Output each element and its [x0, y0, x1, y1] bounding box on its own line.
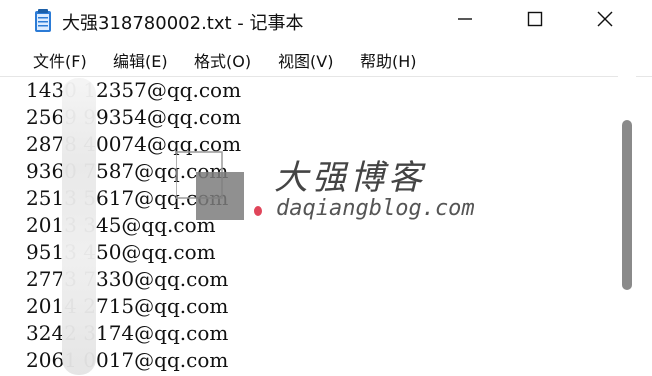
maximize-icon — [527, 11, 543, 31]
window-title: 大强318780002.txt - 记事本 — [62, 13, 304, 34]
watermark-title: 大强博客 — [274, 158, 426, 198]
menu-edit[interactable]: 编辑(E) — [113, 48, 168, 72]
menu-bar: 文件(F) 编辑(E) 格式(O) 视图(V) 帮助(H) — [0, 42, 652, 76]
title-bar[interactable]: 大强318780002.txt - 记事本 — [0, 0, 652, 42]
watermark-dot-icon — [254, 206, 262, 216]
watermark-url: daqiangblog.com — [276, 196, 475, 221]
text-line: 3242 3174@qq.com — [26, 321, 229, 345]
minimize-button[interactable] — [430, 0, 500, 42]
text-line: 9513 450@qq.com — [26, 240, 216, 264]
text-line: 2061 0017@qq.com — [26, 348, 229, 372]
menu-help[interactable]: 帮助(H) — [360, 48, 417, 72]
text-line: 2569 99354@qq.com — [26, 105, 242, 129]
menu-format[interactable]: 格式(O) — [194, 48, 251, 72]
menu-file[interactable]: 文件(F) — [33, 48, 87, 72]
watermark: 大强博客 daqiangblog.com — [176, 140, 476, 230]
text-line: 2773 7330@qq.com — [26, 267, 229, 291]
scrollbar-thumb[interactable] — [622, 120, 632, 290]
notepad-icon — [34, 9, 52, 33]
close-icon — [597, 11, 613, 31]
maximize-button[interactable] — [500, 0, 570, 42]
redaction-blur — [62, 78, 96, 375]
menu-view[interactable]: 视图(V) — [278, 48, 333, 72]
text-line: 2014 2715@qq.com — [26, 294, 229, 318]
text-line: 1430 12357@qq.com — [26, 78, 242, 102]
close-button[interactable] — [570, 0, 640, 42]
watermark-logo-icon — [176, 151, 244, 220]
minimize-icon — [457, 11, 473, 31]
